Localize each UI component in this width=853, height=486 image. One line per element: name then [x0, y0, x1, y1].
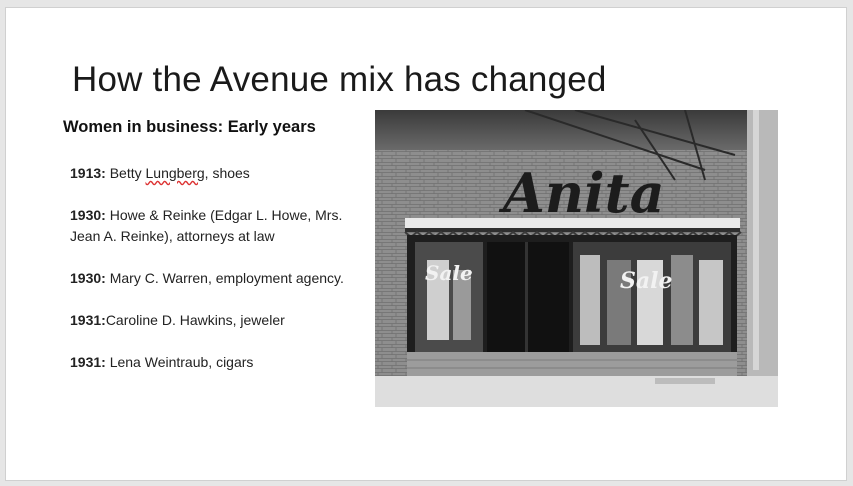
window-sign-left: Sale: [425, 261, 473, 285]
storefront-photo: Anita Sale Sale: [375, 110, 778, 407]
slide-subtitle: Women in business: Early years: [63, 118, 316, 136]
misspelled-word: Lungberg: [145, 165, 205, 181]
list-item: 1930: Mary C. Warren, employment agency.: [70, 268, 370, 289]
window-sign-right: Sale: [620, 268, 673, 294]
entry-list: 1913: Betty Lungberg, shoes 1930: Howe &…: [70, 163, 370, 394]
entry-year: 1930:: [70, 207, 106, 223]
slide-title: How the Avenue mix has changed: [72, 60, 607, 99]
entry-text: Betty: [105, 165, 146, 181]
entry-text: , shoes: [204, 165, 250, 181]
entry-year: 1931:: [70, 354, 106, 370]
store-sign-text: Anita: [498, 161, 665, 225]
entry-year: 1930:: [70, 270, 106, 286]
entry-year: 1931:: [70, 312, 106, 328]
list-item: 1931:Caroline D. Hawkins, jeweler: [70, 310, 370, 331]
entry-text: Mary C. Warren, employment agency.: [105, 270, 344, 286]
entry-text: Caroline D. Hawkins, jeweler: [105, 312, 285, 328]
list-item: 1930: Howe & Reinke (Edgar L. Howe, Mrs.…: [70, 205, 370, 247]
entry-year: 1913:: [70, 165, 106, 181]
entry-text: Howe & Reinke (Edgar L. Howe, Mrs. Jean …: [70, 207, 343, 244]
slide: How the Avenue mix has changed Women in …: [6, 8, 846, 480]
list-item: 1931: Lena Weintraub, cigars: [70, 352, 370, 373]
storefront-photo-drawing: Anita Sale Sale: [375, 110, 778, 407]
entry-text: Lena Weintraub, cigars: [105, 354, 254, 370]
list-item: 1913: Betty Lungberg, shoes: [70, 163, 370, 184]
